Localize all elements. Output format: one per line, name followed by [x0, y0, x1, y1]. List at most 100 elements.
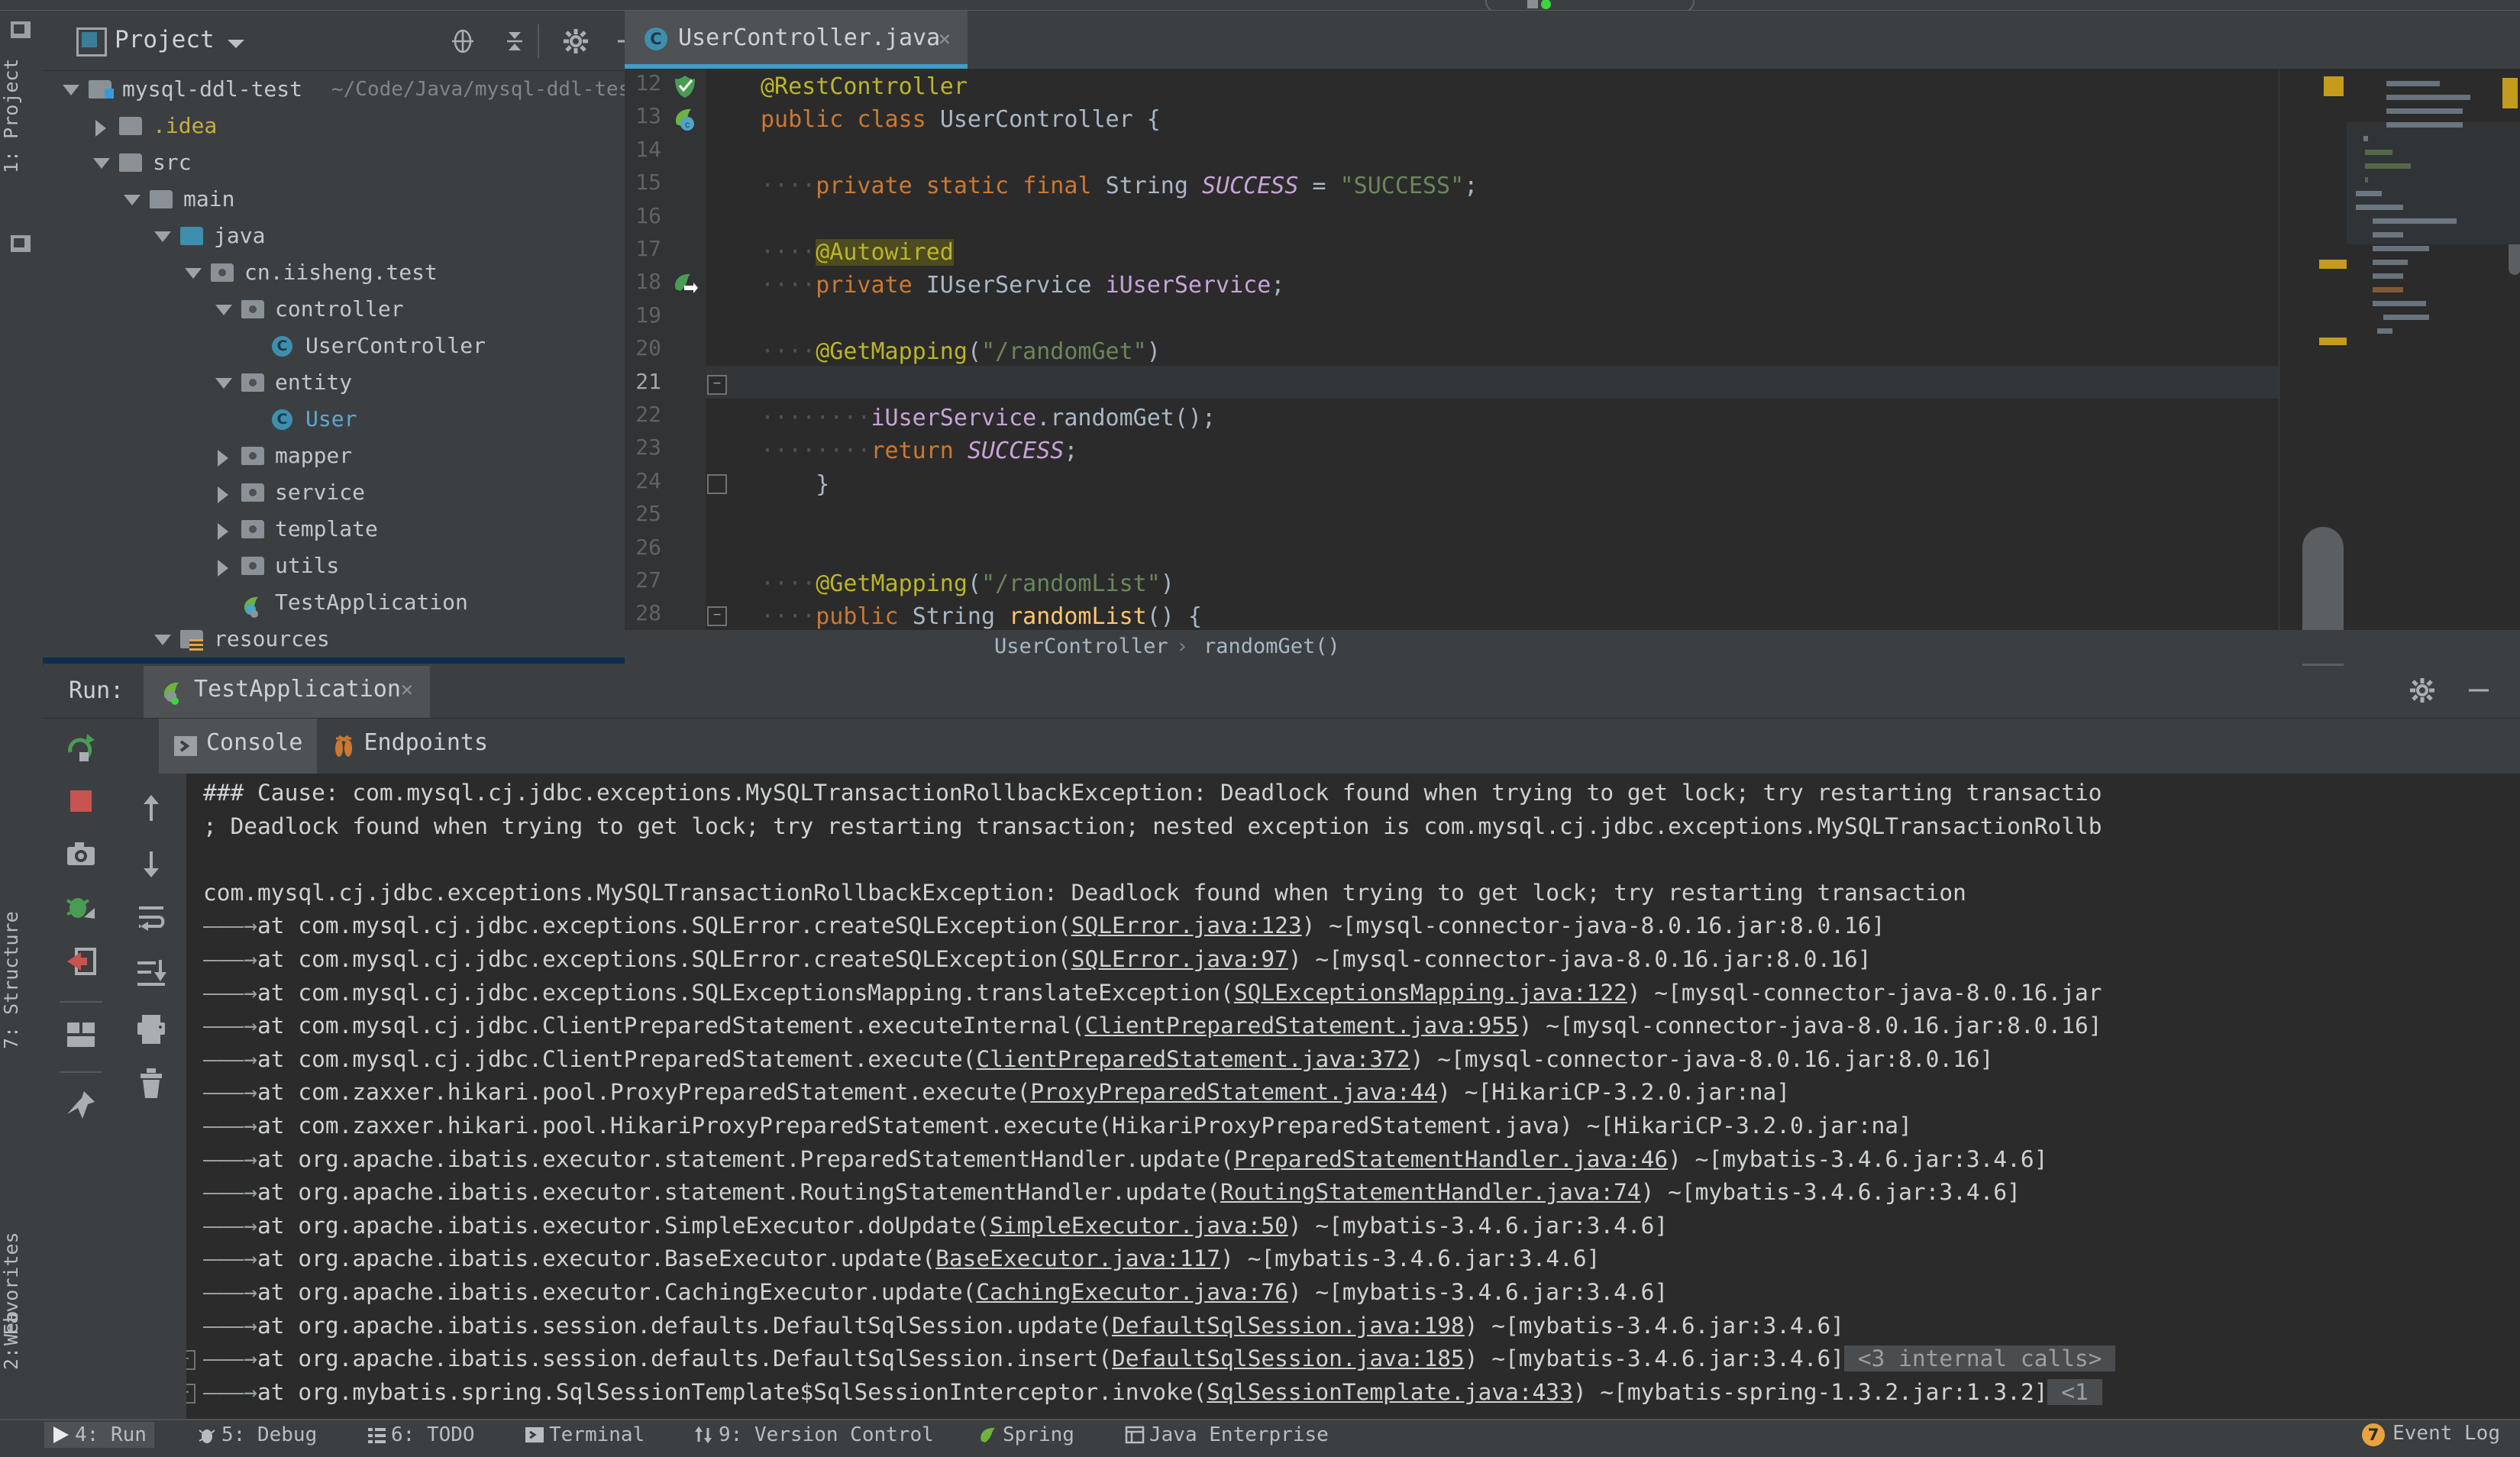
chevron-right-icon[interactable]	[218, 486, 228, 503]
tree-item[interactable]: template	[43, 511, 625, 548]
stack-trace-link[interactable]: SimpleExecutor.java:50	[990, 1213, 1288, 1239]
stack-trace-link[interactable]: PreparedStatementHandler.java:46	[1234, 1146, 1668, 1172]
close-icon[interactable]: ×	[401, 677, 414, 702]
minimap-warning-marker-3[interactable]	[2319, 338, 2347, 345]
tree-item[interactable]: entity	[43, 364, 625, 401]
tree-item[interactable]: mysql-ddl-test~/Code/Java/mysql-ddl-test	[43, 71, 625, 108]
status-bar-item-terminal[interactable]: Terminal	[519, 1422, 652, 1448]
status-bar-item-run[interactable]: 4: Run	[44, 1422, 154, 1448]
tree-item[interactable]: src	[43, 144, 625, 181]
editor-tab-usercontroller[interactable]: C UserController.java ×	[625, 11, 968, 69]
screenshot-icon[interactable]	[64, 838, 98, 871]
stack-trace-link[interactable]: DefaultSqlSession.java:198	[1112, 1313, 1465, 1339]
internal-calls-badge[interactable]: <3 internal calls>	[1844, 1346, 2115, 1371]
soft-wrap-icon[interactable]	[134, 902, 168, 935]
status-bar-item-spring[interactable]: Spring	[972, 1422, 1082, 1448]
scroll-down-icon[interactable]	[134, 847, 168, 880]
pin-icon[interactable]	[64, 1088, 98, 1122]
stack-trace-link[interactable]: DefaultSqlSession.java:185	[1112, 1346, 1465, 1371]
status-bar-item-versioncontrol[interactable]: 9: Version Control	[688, 1422, 942, 1448]
editor-minimap[interactable]	[2279, 69, 2520, 664]
stack-trace-link[interactable]: SQLExceptionsMapping.java:122	[1234, 980, 1627, 1006]
web-tool-tab[interactable]: Web	[0, 1263, 43, 1393]
stack-trace-link[interactable]: BaseExecutor.java:117	[935, 1245, 1220, 1271]
tree-item[interactable]: CUserController	[43, 328, 625, 364]
event-log-button[interactable]: 7Event Log	[2359, 1422, 2500, 1445]
stack-trace-link[interactable]: SQLError.java:97	[1071, 946, 1288, 972]
tree-item[interactable]: utils	[43, 548, 625, 584]
bean-autowire-icon[interactable]	[672, 272, 698, 298]
stack-trace-link[interactable]: SQLError.java:123	[1071, 913, 1302, 938]
project-tool-tab[interactable]: 1: Project	[0, 24, 43, 208]
chevron-down-icon[interactable]	[215, 305, 232, 315]
status-bar-item-todo[interactable]: 6: TODO	[360, 1422, 483, 1448]
chevron-down-icon[interactable]	[228, 40, 244, 48]
close-icon[interactable]: ×	[939, 26, 951, 51]
tree-item[interactable]: application.yml	[43, 657, 625, 664]
minimap-warning-marker[interactable]	[2324, 76, 2344, 96]
chevron-right-icon[interactable]	[218, 450, 228, 467]
run-tab-endpoints[interactable]: Endpoints	[317, 719, 502, 774]
chevron-right-icon[interactable]	[218, 560, 228, 577]
gear-icon[interactable]	[562, 27, 590, 55]
tree-item[interactable]: CUser	[43, 401, 625, 438]
rerun-icon[interactable]	[64, 731, 98, 764]
tree-item[interactable]: java	[43, 218, 625, 254]
status-bar-item-debug[interactable]: 5: Debug	[191, 1422, 325, 1448]
breadcrumb-method[interactable]: randomGet()	[1203, 630, 1340, 664]
minimize-icon[interactable]	[2465, 677, 2493, 704]
chevron-down-icon[interactable]	[63, 85, 79, 95]
tree-item[interactable]: service	[43, 474, 625, 511]
console-fold-toggle[interactable]: +	[186, 1350, 195, 1370]
gear-icon[interactable]	[2409, 677, 2436, 704]
run-tab-console[interactable]: Console	[159, 719, 317, 774]
scroll-to-end-icon[interactable]	[134, 957, 168, 990]
code-fold-toggle[interactable]: −	[707, 375, 727, 395]
chevron-down-icon[interactable]	[93, 158, 110, 169]
chevron-down-icon[interactable]	[154, 635, 171, 645]
tree-item[interactable]: main	[43, 181, 625, 218]
internal-calls-badge[interactable]: <1	[2047, 1379, 2102, 1405]
tree-item[interactable]: resources	[43, 621, 625, 657]
inspection-ok-icon[interactable]	[672, 73, 698, 99]
chevron-down-icon[interactable]	[215, 378, 232, 389]
tree-item[interactable]: controller	[43, 291, 625, 328]
chevron-down-icon[interactable]	[185, 268, 202, 279]
tree-item[interactable]: cn.iisheng.test	[43, 254, 625, 291]
bean-icon[interactable]: c	[672, 106, 698, 132]
scroll-up-icon[interactable]	[134, 792, 168, 825]
chevron-right-icon[interactable]	[218, 523, 228, 540]
minimap-warning-marker-2[interactable]	[2319, 260, 2347, 269]
stack-trace-link[interactable]: CachingExecutor.java:76	[976, 1279, 1288, 1305]
stack-trace-link[interactable]: RoutingStatementHandler.java:74	[1220, 1179, 1641, 1205]
debug-icon[interactable]	[64, 891, 98, 925]
chevron-down-icon[interactable]	[124, 195, 141, 205]
run-config-tab[interactable]: TestApplication ×	[144, 666, 430, 718]
tree-item[interactable]: .idea	[43, 108, 625, 144]
locate-icon[interactable]	[449, 27, 477, 55]
stack-trace-link[interactable]: SqlSessionTemplate.java:433	[1207, 1379, 1573, 1405]
chevron-down-icon[interactable]	[154, 231, 171, 242]
clear-all-icon[interactable]	[134, 1067, 168, 1100]
stop-icon[interactable]	[64, 784, 98, 818]
stack-trace-link[interactable]: ProxyPreparedStatement.java:44	[1030, 1079, 1437, 1105]
breadcrumb-class[interactable]: UserController	[994, 630, 1168, 664]
collapse-all-icon[interactable]	[501, 27, 528, 55]
editor-gutter[interactable]: 1213c141516171819202122232425262728	[625, 69, 706, 664]
console-output[interactable]: ### Cause: com.mysql.cj.jdbc.exceptions.…	[186, 774, 2520, 1420]
status-bar-item-javaenterprise[interactable]: Java Enterprise	[1119, 1422, 1336, 1448]
tree-item[interactable]: mapper	[43, 438, 625, 474]
chevron-right-icon[interactable]	[95, 120, 106, 137]
console-fold-toggle[interactable]: +	[186, 1384, 195, 1404]
error-stripe-top[interactable]	[2502, 78, 2518, 108]
layout-icon[interactable]	[64, 1018, 98, 1052]
stack-trace-link[interactable]: ClientPreparedStatement.java:372	[976, 1046, 1410, 1072]
stack-trace-link[interactable]: ClientPreparedStatement.java:955	[1084, 1013, 1518, 1039]
project-tree[interactable]: mysql-ddl-test~/Code/Java/mysql-ddl-test…	[43, 71, 625, 664]
exit-icon[interactable]	[64, 945, 98, 978]
structure-tool-tab[interactable]: 7: Structure	[0, 881, 43, 1080]
code-fold-toggle[interactable]: −	[707, 606, 727, 626]
code-fold-toggle[interactable]	[707, 474, 727, 494]
tree-item[interactable]: TestApplication	[43, 584, 625, 621]
print-icon[interactable]	[134, 1012, 168, 1045]
